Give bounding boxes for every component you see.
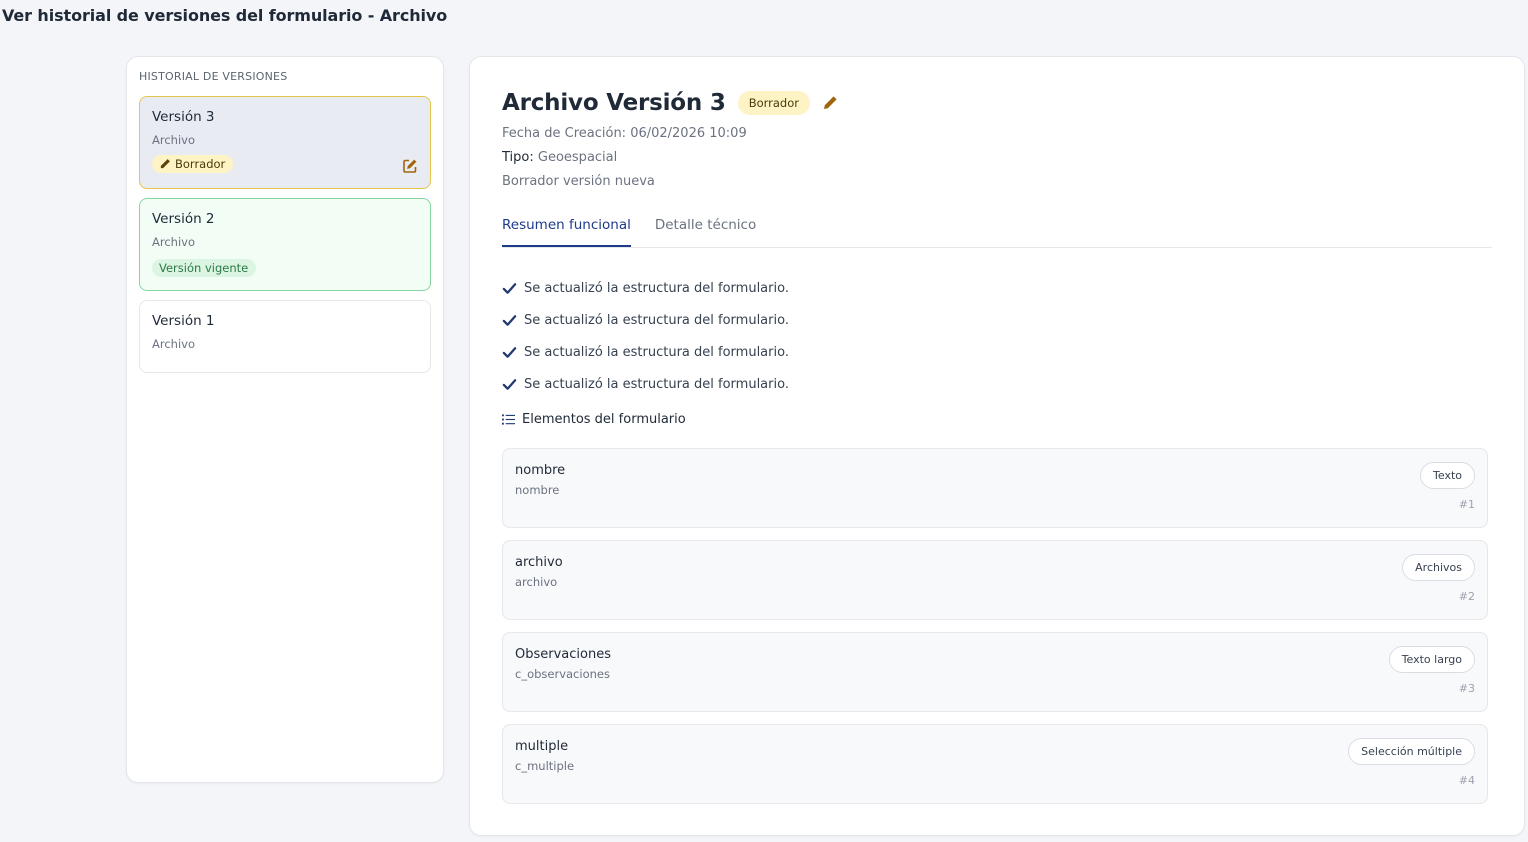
status-badge: Borrador [737, 91, 810, 115]
elements-heading-label: Elementos del formulario [522, 412, 686, 427]
check-icon [502, 346, 517, 358]
form-element-card[interactable]: Observaciones c_observaciones Texto larg… [502, 632, 1488, 712]
element-label: multiple [515, 739, 569, 754]
element-index: #2 [1458, 590, 1475, 603]
version-type: Archivo [152, 337, 195, 351]
detail-title: Archivo Versión 3 [502, 90, 726, 116]
element-index: #1 [1458, 498, 1475, 511]
element-label: Observaciones [515, 647, 611, 662]
form-element-card[interactable]: multiple c_multiple Selección múltiple #… [502, 724, 1488, 804]
check-icon [502, 282, 517, 294]
element-type-badge: Texto [1420, 462, 1475, 489]
element-key: archivo [515, 575, 558, 589]
form-type-label: Tipo: [502, 150, 534, 165]
form-elements-list: nombre nombre Texto #1 archivo archivo A… [502, 448, 1488, 816]
version-card-2[interactable]: Versión 2 Archivo Versión vigente [139, 198, 431, 291]
version-card-1[interactable]: Versión 1 Archivo [139, 300, 431, 373]
form-type: Tipo: Geoespacial [502, 150, 617, 165]
detail-tabs: Resumen funcional Detalle técnico [502, 217, 1492, 248]
version-name: Versión 2 [152, 211, 215, 227]
tab-detalle-tecnico[interactable]: Detalle técnico [655, 217, 756, 247]
element-key: c_observaciones [515, 667, 610, 681]
version-history-panel: HISTORIAL DE VERSIONES Versión 3 Archivo… [126, 56, 444, 783]
change-text: Se actualizó la estructura del formulari… [524, 312, 789, 328]
version-name: Versión 3 [152, 109, 215, 125]
changes-list: Se actualizó la estructura del formulari… [502, 272, 789, 400]
element-key: c_multiple [515, 759, 575, 773]
element-key: nombre [515, 483, 560, 497]
version-detail-panel: Archivo Versión 3 Borrador Fecha de Crea… [469, 56, 1525, 836]
element-type-badge: Texto largo [1388, 646, 1475, 673]
element-index: #4 [1458, 774, 1475, 787]
change-text: Se actualizó la estructura del formulari… [524, 376, 789, 392]
edit-square-icon[interactable] [402, 158, 418, 174]
version-description: Borrador versión nueva [502, 174, 655, 189]
detail-header: Archivo Versión 3 Borrador [502, 90, 838, 116]
check-icon [502, 378, 517, 390]
version-card-3[interactable]: Versión 3 Archivo Borrador [139, 96, 431, 189]
current-version-badge: Versión vigente [152, 259, 257, 277]
form-type-value: Geoespacial [537, 150, 618, 165]
form-element-card[interactable]: nombre nombre Texto #1 [502, 448, 1488, 528]
pencil-icon[interactable] [822, 95, 838, 111]
element-type-badge: Archivos [1402, 554, 1475, 581]
change-text: Se actualizó la estructura del formulari… [524, 280, 789, 296]
list-item: Se actualizó la estructura del formulari… [502, 336, 789, 368]
draft-badge-label: Borrador [175, 157, 226, 171]
form-element-card[interactable]: archivo archivo Archivos #2 [502, 540, 1488, 620]
check-icon [502, 314, 517, 326]
version-name: Versión 1 [152, 313, 215, 329]
list-icon [502, 414, 515, 425]
version-type: Archivo [152, 235, 195, 249]
draft-badge: Borrador [152, 155, 234, 173]
page-title: Ver historial de versiones del formulari… [2, 6, 448, 25]
element-label: archivo [515, 555, 563, 570]
list-item: Se actualizó la estructura del formulari… [502, 272, 789, 304]
element-index: #3 [1458, 682, 1475, 695]
history-heading: HISTORIAL DE VERSIONES [139, 70, 288, 83]
pencil-icon [160, 159, 170, 169]
element-type-badge: Selección múltiple [1348, 738, 1475, 765]
list-item: Se actualizó la estructura del formulari… [502, 368, 789, 400]
version-type: Archivo [152, 133, 195, 147]
tab-resumen-funcional[interactable]: Resumen funcional [502, 217, 631, 247]
elements-heading: Elementos del formulario [502, 412, 686, 427]
change-text: Se actualizó la estructura del formulari… [524, 344, 789, 360]
list-item: Se actualizó la estructura del formulari… [502, 304, 789, 336]
creation-date: Fecha de Creación: 06/02/2026 10:09 [502, 126, 747, 141]
element-label: nombre [515, 463, 566, 478]
